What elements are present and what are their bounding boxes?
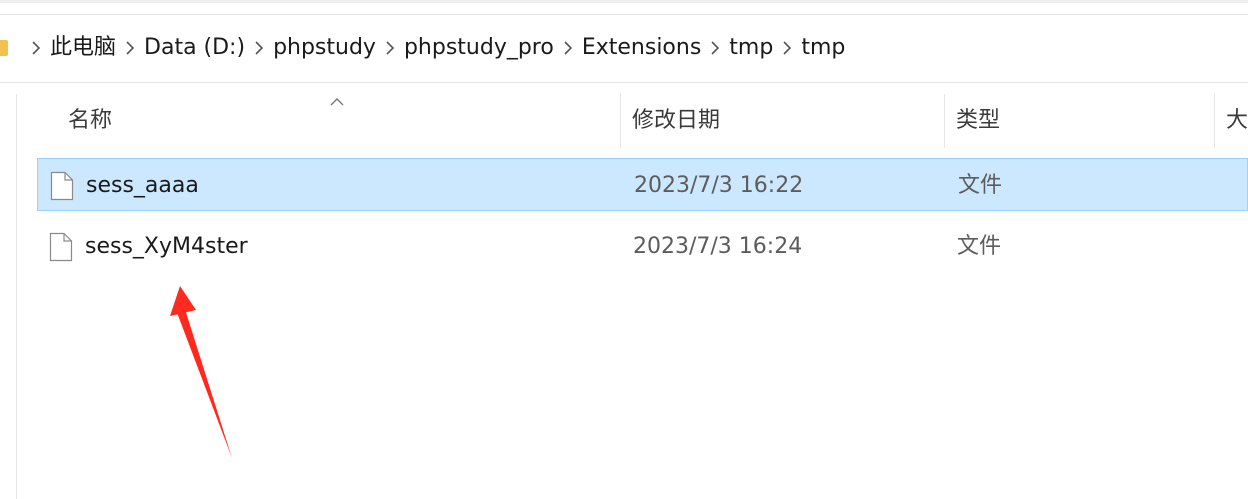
file-row[interactable]: sess_XyM4ster 2023/7/3 16:24 文件 (37, 220, 1248, 273)
chevron-right-icon[interactable] (554, 33, 582, 63)
breadcrumb: 此电脑 Data (D:) phpstudy phpstudy_pro Exte… (0, 33, 845, 63)
sort-ascending-icon (330, 92, 344, 111)
column-divider[interactable] (1214, 94, 1215, 148)
column-divider[interactable] (944, 94, 945, 148)
breadcrumb-item-extensions[interactable]: Extensions (582, 33, 701, 63)
column-header-row: 名称 修改日期 类型 大 (36, 94, 1248, 148)
file-icon (49, 232, 73, 266)
column-header-name[interactable]: 名称 (68, 94, 112, 148)
column-header-type[interactable]: 类型 (956, 94, 1000, 148)
chevron-right-icon[interactable] (22, 33, 50, 63)
breadcrumb-item-tmp-current[interactable]: tmp (801, 33, 845, 63)
file-icon (50, 171, 74, 205)
file-date-modified: 2023/7/3 16:22 (634, 173, 804, 198)
address-bar[interactable]: 此电脑 Data (D:) phpstudy phpstudy_pro Exte… (0, 16, 1248, 83)
breadcrumb-item-phpstudy-pro[interactable]: phpstudy_pro (404, 33, 554, 63)
file-date-modified: 2023/7/3 16:24 (633, 234, 803, 259)
column-divider[interactable] (620, 94, 621, 148)
breadcrumb-item-data-drive[interactable]: Data (D:) (144, 33, 245, 63)
window-top-edge (0, 0, 1248, 15)
breadcrumb-item-tmp[interactable]: tmp (729, 33, 773, 63)
file-type: 文件 (958, 173, 1003, 198)
navigation-pane-edge[interactable] (0, 94, 17, 499)
chevron-right-icon[interactable] (245, 33, 273, 63)
file-row[interactable]: sess_aaaa 2023/7/3 16:22 文件 (37, 158, 1248, 211)
chevron-right-icon[interactable] (116, 33, 144, 63)
breadcrumb-item-phpstudy[interactable]: phpstudy (273, 33, 376, 63)
file-name[interactable]: sess_XyM4ster (85, 220, 248, 273)
breadcrumb-item-this-pc[interactable]: 此电脑 (50, 33, 116, 63)
file-name[interactable]: sess_aaaa (86, 159, 199, 212)
folder-icon (0, 40, 8, 56)
red-arrow-annotation (160, 280, 250, 469)
file-type: 文件 (957, 234, 1002, 259)
column-header-size[interactable]: 大 (1226, 94, 1248, 148)
column-header-date-modified[interactable]: 修改日期 (632, 94, 720, 148)
chevron-right-icon[interactable] (376, 33, 404, 63)
chevron-right-icon[interactable] (773, 33, 801, 63)
chevron-right-icon[interactable] (701, 33, 729, 63)
